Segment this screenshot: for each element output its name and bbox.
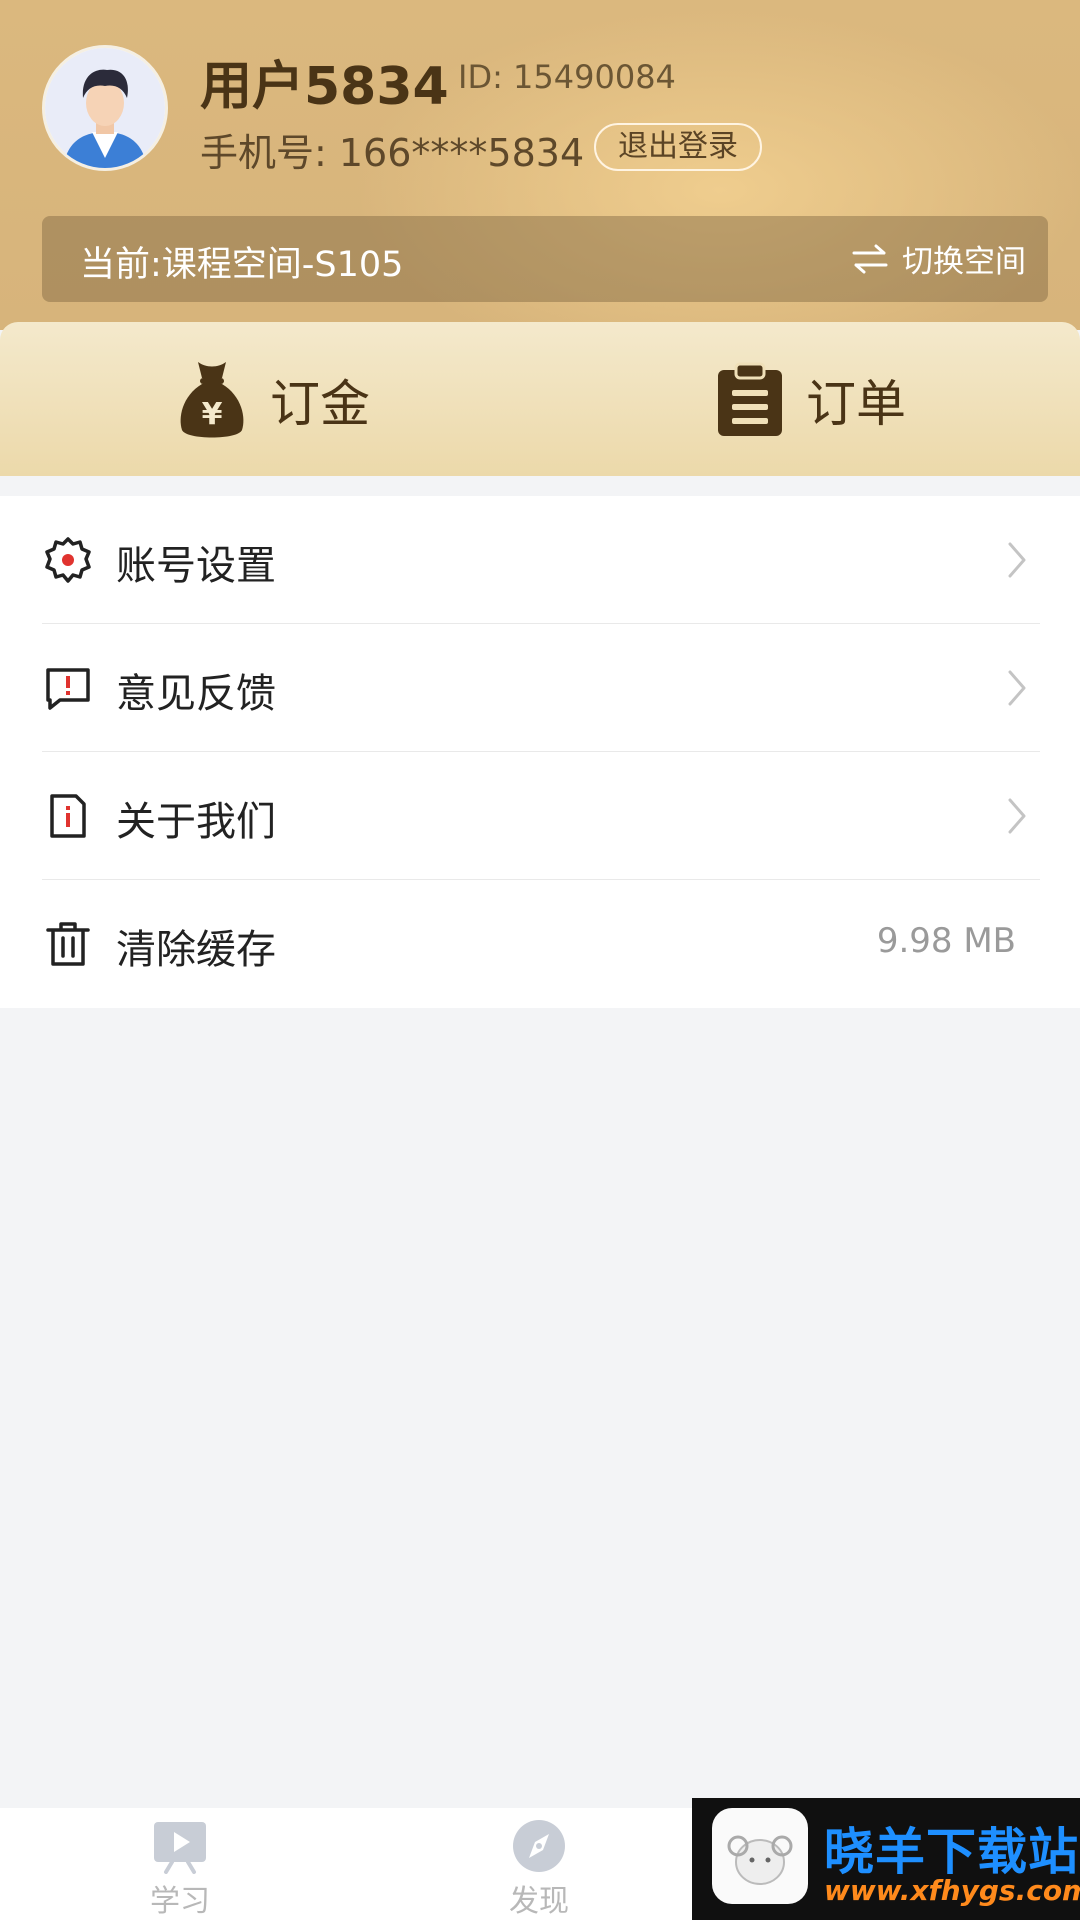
menu-item-account-settings[interactable]: 账号设置 <box>0 496 1080 624</box>
feedback-icon <box>46 668 90 710</box>
compass-icon <box>513 1820 565 1872</box>
svg-text:¥: ¥ <box>202 397 223 432</box>
tab-study[interactable]: 学习 <box>110 1818 250 1920</box>
chevron-right-icon <box>1008 542 1026 578</box>
menu-item-about-us[interactable]: 关于我们 <box>0 752 1080 880</box>
user-id: ID: 15490084 <box>458 58 676 96</box>
clipboard-icon <box>718 362 782 436</box>
switch-space-button[interactable]: 切换空间 <box>852 236 1026 281</box>
chevron-right-icon <box>1008 670 1026 706</box>
trash-icon <box>46 922 90 966</box>
tab-label: 发现 <box>509 1884 569 1919</box>
deposit-label: 订金 <box>270 375 370 433</box>
profile-header: 用户5834 ID: 15490084 手机号: 166****5834 退出登… <box>0 0 1080 330</box>
current-space-bar: 当前:课程空间-S105 切换空间 <box>42 216 1048 302</box>
play-icon <box>154 1822 206 1874</box>
menu-item-label: 账号设置 <box>116 543 276 589</box>
menu-item-clear-cache[interactable]: 清除缓存 9.98 MB <box>0 880 1080 1008</box>
username: 用户5834 <box>200 57 449 117</box>
menu-item-feedback[interactable]: 意见反馈 <box>0 624 1080 752</box>
phone-number: 手机号: 166****5834 <box>200 131 585 175</box>
sheep-logo-icon <box>712 1808 808 1904</box>
watermark-url: www.xfhygs.com <box>824 1874 1080 1907</box>
swap-arrows-icon <box>852 244 888 273</box>
money-bag-icon: ¥ <box>180 362 244 438</box>
cache-size-value: 9.98 MB <box>876 921 1016 961</box>
avatar[interactable] <box>42 45 168 171</box>
tab-discover[interactable]: 发现 <box>469 1818 609 1920</box>
current-space-label: 当前:课程空间-S105 <box>80 245 404 285</box>
deposit-button[interactable]: ¥ 订金 <box>176 358 370 442</box>
settings-menu: 账号设置 意见反馈 关于我们 清除缓存 9.98 MB <box>0 496 1080 1008</box>
quick-actions: ¥ 订金 订单 <box>0 322 1080 476</box>
switch-space-label: 切换空间 <box>902 244 1026 280</box>
menu-item-label: 意见反馈 <box>116 671 276 717</box>
avatar-illustration-icon <box>45 48 165 168</box>
logout-button[interactable]: 退出登录 <box>594 123 762 171</box>
menu-item-label: 关于我们 <box>116 799 276 845</box>
gear-icon <box>45 537 91 583</box>
watermark-banner: 晓羊下载站 www.xfhygs.com <box>692 1798 1080 1920</box>
tab-label: 学习 <box>150 1884 210 1919</box>
info-icon <box>50 794 86 838</box>
chevron-right-icon <box>1008 798 1026 834</box>
menu-item-label: 清除缓存 <box>116 927 276 973</box>
orders-button[interactable]: 订单 <box>716 358 906 442</box>
orders-label: 订单 <box>806 375 906 433</box>
